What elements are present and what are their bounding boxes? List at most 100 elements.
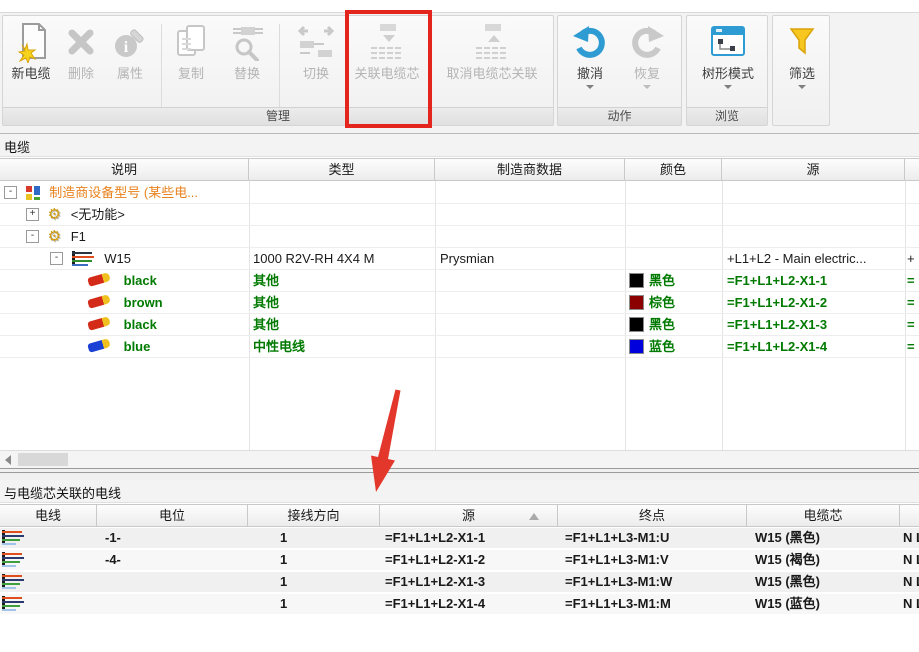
cell-direction: 1 — [280, 594, 376, 614]
cell-source: =F1+L1+L2-X1-3 — [727, 314, 902, 335]
tree-mode-dropdown-arrow[interactable] — [724, 85, 732, 89]
tree-row-core-black-1[interactable]: black 其他 黑色 =F1+L1+L2-X1-1 = — [0, 270, 919, 292]
column-header-potential[interactable]: 电位 — [97, 505, 248, 527]
cable-icon — [72, 251, 94, 266]
wire-row-3[interactable]: 1 =F1+L1+L2-X1-3 =F1+L1+L3-M1:W W15 (黑色)… — [0, 572, 919, 592]
undo-button[interactable]: 撤消 — [563, 18, 617, 108]
wire-source-label: 源 — [462, 508, 475, 523]
row-description: black — [124, 273, 157, 288]
wire-icon — [2, 552, 24, 567]
cell-cutoff: = — [907, 314, 919, 335]
copy-label: 复制 — [164, 66, 218, 81]
cell-cutoff: N L — [903, 528, 919, 548]
row-description: W15 — [104, 251, 131, 266]
cell-cutoff: = — [907, 292, 919, 313]
column-header-wire-source[interactable]: 源 — [380, 505, 558, 527]
manufacturer-cube-icon — [26, 186, 40, 200]
tree-row-no-function[interactable]: + ⚙ <无功能> — [0, 204, 919, 226]
undo-dropdown-arrow[interactable] — [586, 85, 594, 89]
ribbon-top-strip — [0, 0, 919, 13]
cell-cutoff: = — [907, 336, 919, 357]
column-header-wire[interactable]: 电线 — [0, 505, 97, 527]
cell-cutoff: + — [907, 248, 919, 269]
redo-label: 恢复 — [620, 66, 674, 81]
cell-core: W15 (蓝色) — [755, 594, 898, 614]
tree-row-cable-w15[interactable]: - W15 1000 R2V-RH 4X4 M Prysmian +L1+L2 … — [0, 248, 919, 270]
cell-source: =F1+L1+L2-X1-3 — [385, 572, 555, 592]
scrollbar-thumb[interactable] — [18, 453, 68, 466]
cell-direction: 1 — [280, 572, 376, 592]
expand-toggle[interactable]: - — [4, 186, 17, 199]
panel-splitter[interactable] — [0, 468, 919, 480]
tree-mode-label: 树形模式 — [691, 66, 765, 81]
column-header-cutoff[interactable] — [900, 505, 919, 527]
copy-button[interactable]: 复制 — [164, 18, 218, 108]
column-header-type[interactable]: 类型 — [249, 159, 435, 181]
tree-row-f1[interactable]: - ⚙ F1 — [0, 226, 919, 248]
ribbon-group-manage: 新电缆 删除 i 属性 — [2, 15, 554, 126]
column-header-manufacturer[interactable]: 制造商数据 — [435, 159, 625, 181]
filter-dropdown-arrow[interactable] — [798, 85, 806, 89]
column-header-description[interactable]: 说明 — [0, 159, 249, 181]
redo-dropdown-arrow[interactable] — [643, 85, 651, 89]
switch-icon — [289, 18, 343, 66]
replace-button[interactable]: 替换 — [221, 18, 273, 108]
horizontal-scrollbar[interactable] — [0, 450, 919, 468]
cable-panel-title: 电缆 — [0, 134, 919, 157]
tree-row-core-blue[interactable]: blue 中性电线 蓝色 =F1+L1+L2-X1-4 = — [0, 336, 919, 358]
color-name: 棕色 — [649, 295, 675, 310]
cell-core: W15 (褐色) — [755, 550, 898, 570]
redo-button[interactable]: 恢复 — [620, 18, 674, 108]
cell-core: W15 (黑色) — [755, 528, 898, 548]
ribbon-group-label-action: 动作 — [558, 107, 681, 125]
new-cable-button[interactable]: 新电缆 — [3, 18, 59, 108]
cell-source: =F1+L1+L2-X1-4 — [727, 336, 902, 357]
unlink-cores-icon — [433, 18, 551, 66]
row-description: blue — [124, 339, 151, 354]
scrollbar-left-button[interactable] — [0, 451, 16, 468]
cell-cutoff: N L — [903, 572, 919, 592]
column-header-cutoff[interactable] — [905, 159, 919, 181]
replace-label: 替换 — [221, 66, 273, 81]
tree-mode-button[interactable]: 树形模式 — [691, 18, 765, 108]
function-gear-icon: ⚙ — [48, 229, 61, 243]
color-swatch — [629, 295, 644, 310]
wire-row-1[interactable]: -1- 1 =F1+L1+L2-X1-1 =F1+L1+L3-M1:U W15 … — [0, 528, 919, 548]
annotation-highlight-box — [345, 10, 432, 128]
expand-toggle[interactable]: - — [50, 252, 63, 265]
properties-button[interactable]: i 属性 — [103, 18, 157, 108]
color-name: 黑色 — [649, 317, 675, 332]
column-header-source[interactable]: 源 — [722, 159, 905, 181]
column-header-direction[interactable]: 接线方向 — [248, 505, 380, 527]
new-cable-icon — [3, 18, 59, 66]
color-swatch — [629, 317, 644, 332]
filter-icon — [777, 18, 827, 66]
tree-row-core-black-2[interactable]: black 其他 黑色 =F1+L1+L2-X1-3 = — [0, 314, 919, 336]
filter-button[interactable]: 筛选 — [777, 18, 827, 108]
wire-row-4[interactable]: 1 =F1+L1+L2-X1-4 =F1+L1+L3-M1:M W15 (蓝色)… — [0, 594, 919, 614]
ribbon-group-filter: 筛选 — [772, 15, 830, 126]
cell-cutoff: N L — [903, 550, 919, 570]
unlink-cores-button[interactable]: 取消电缆芯关联 — [433, 18, 551, 108]
column-header-endpoint[interactable]: 终点 — [558, 505, 747, 527]
wires-table-header: 电线 电位 接线方向 源 终点 电缆芯 — [0, 504, 919, 527]
wire-row-2[interactable]: -4- 1 =F1+L1+L2-X1-2 =F1+L1+L3-M1:V W15 … — [0, 550, 919, 570]
color-name: 蓝色 — [649, 339, 675, 354]
color-name: 黑色 — [649, 273, 675, 288]
column-header-core[interactable]: 电缆芯 — [747, 505, 900, 527]
tree-row-manufacturer[interactable]: - 制造商设备型号 (某些电... — [0, 182, 919, 204]
switch-button[interactable]: 切换 — [289, 18, 343, 108]
tree-row-core-brown[interactable]: brown 其他 棕色 =F1+L1+L2-X1-2 = — [0, 292, 919, 314]
column-header-color[interactable]: 颜色 — [625, 159, 722, 181]
expand-toggle[interactable]: - — [26, 230, 39, 243]
ribbon-toolbar: 新电缆 删除 i 属性 — [0, 0, 919, 134]
svg-text:i: i — [124, 39, 129, 56]
delete-button[interactable]: 删除 — [59, 18, 103, 108]
new-cable-label: 新电缆 — [3, 66, 59, 81]
properties-icon: i — [103, 18, 157, 66]
sort-ascending-icon — [529, 513, 539, 520]
cell-potential — [105, 594, 245, 614]
ribbon-separator — [161, 24, 162, 119]
expand-toggle[interactable]: + — [26, 208, 39, 221]
cell-source: =F1+L1+L2-X1-2 — [727, 292, 902, 313]
